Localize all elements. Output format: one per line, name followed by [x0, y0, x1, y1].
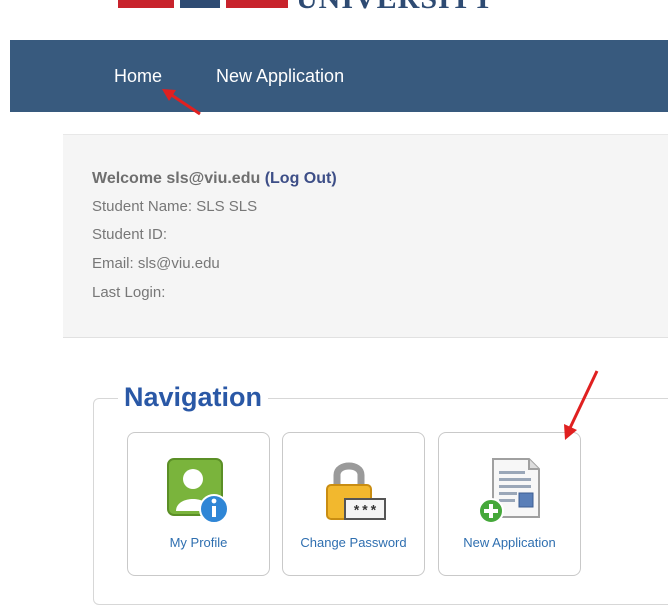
logo-text: UNIVERSITY [296, 0, 494, 16]
logout-link[interactable]: (Log Out) [265, 170, 337, 187]
logo-flag-red-2 [226, 0, 288, 8]
last-login: Last Login: [92, 284, 166, 301]
new-application-label: New Application [463, 535, 556, 550]
change-password-label: Change Password [300, 535, 407, 550]
welcome-line: Welcome sls@viu.edu (Log Out) [92, 170, 337, 188]
my-profile-label: My Profile [169, 535, 228, 550]
student-email: Email: sls@viu.edu [92, 255, 220, 272]
new-document-icon [478, 458, 540, 524]
nav-home-link[interactable]: Home [114, 66, 162, 87]
student-name: Student Name: SLS SLS [92, 198, 258, 215]
student-id: Student ID: [92, 226, 168, 243]
welcome-panel: Welcome sls@viu.edu (Log Out) Student Na… [63, 134, 668, 338]
svg-text:***: *** [352, 504, 377, 520]
new-application-tile[interactable]: New Application [438, 432, 581, 576]
logo-flag-blue [180, 0, 220, 8]
top-navbar: Home New Application [10, 40, 668, 112]
welcome-greeting: Welcome sls@viu.edu [92, 170, 261, 187]
my-profile-tile[interactable]: My Profile [127, 432, 270, 576]
logo-strip: UNIVERSITY [0, 0, 668, 40]
navigation-title: Navigation [118, 382, 269, 413]
profile-info-icon [167, 458, 229, 524]
logo-flag-red [118, 0, 174, 8]
change-password-tile[interactable]: *** Change Password [282, 432, 425, 576]
nav-new-application-link[interactable]: New Application [216, 66, 344, 87]
padlock-password-icon: *** [326, 462, 386, 520]
